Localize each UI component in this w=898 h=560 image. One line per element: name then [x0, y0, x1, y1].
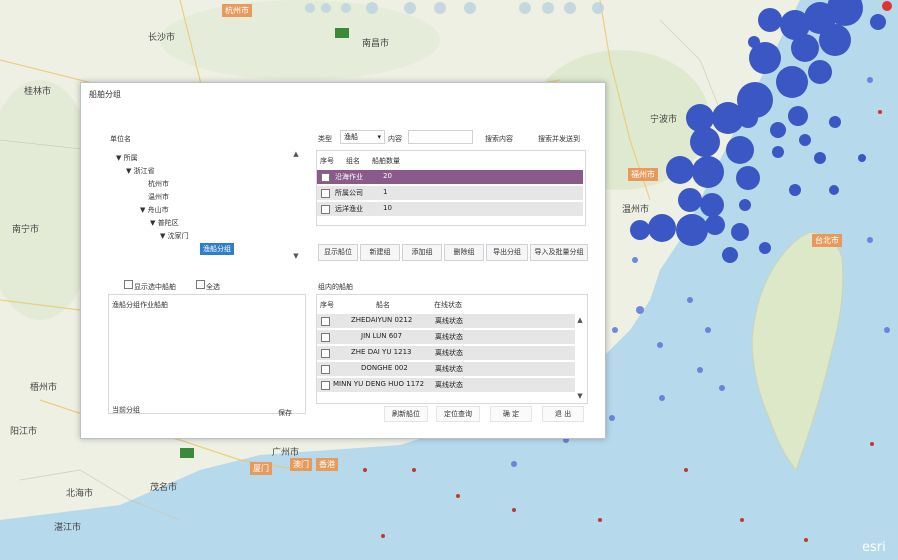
row-checkbox[interactable] [321, 173, 330, 182]
group-name-input[interactable]: 渔船分组作业船舶 [112, 300, 168, 310]
search-send-button[interactable]: 搜索并发送到 [538, 134, 580, 144]
tree-node[interactable]: ▼ 普陀区 [150, 218, 179, 228]
exit-button[interactable]: 退 出 [542, 406, 584, 422]
tab-delete-group[interactable]: 删除组 [444, 244, 484, 261]
map-city-label: 茂名市 [150, 483, 178, 493]
ship-name: ZHEDAIYUN 0212 [351, 316, 413, 324]
table-row[interactable]: MINN YU DENG HUO 1172 离线状态 [317, 378, 575, 392]
row-checkbox[interactable] [321, 205, 330, 214]
map-city-label: 梧州市 [30, 383, 58, 393]
ship-status: 离线状态 [435, 333, 463, 341]
tree-scroll-up-icon[interactable]: ▲ [292, 150, 300, 158]
groups-header-index: 序号 [320, 157, 334, 165]
ship-status: 离线状态 [435, 381, 463, 389]
map-city-label: 台北市 [812, 234, 842, 247]
map-city-label: 桂林市 [24, 87, 52, 97]
tree-node-selected[interactable]: 渔船分组 [200, 243, 234, 255]
ship-status: 离线状态 [435, 317, 463, 325]
ship-name: JIN LUN 607 [361, 332, 403, 340]
type-select-value: 渔船 [344, 133, 358, 141]
type-select[interactable]: 渔船 ▾ [340, 130, 385, 144]
ships-header-name: 船名 [376, 301, 390, 309]
current-group-label: 当前分组 [112, 406, 140, 414]
map-city-label: 宁波市 [650, 115, 678, 125]
group-count: 20 [383, 172, 392, 180]
chevron-down-icon: ▾ [377, 133, 381, 141]
groups-header-name: 组名 [346, 157, 360, 165]
save-button[interactable]: 保存 [278, 408, 292, 418]
group-name: 沿海作业 [335, 173, 363, 181]
tab-export-group[interactable]: 导出分组 [486, 244, 528, 261]
type-label: 类型 [318, 135, 332, 143]
group-name: 所属公司 [335, 189, 363, 197]
table-row[interactable]: 沿海作业 20 [317, 170, 583, 184]
ships-scroll-up-icon[interactable]: ▲ [576, 316, 584, 324]
row-checkbox[interactable] [321, 381, 330, 390]
tree-node[interactable]: 温州市 [148, 192, 169, 202]
tab-show-position[interactable]: 显示船位 [318, 244, 358, 261]
refresh-position-button[interactable]: 刷新船位 [384, 406, 428, 422]
map-city-label: 南昌市 [362, 39, 390, 49]
tab-import-group[interactable]: 导入及批量分组 [530, 244, 588, 261]
map-city-label: 福州市 [628, 168, 658, 181]
ships-scroll-down-icon[interactable]: ▼ [576, 392, 584, 400]
map-city-label: 广州市 [272, 448, 300, 458]
search-button[interactable]: 搜索内容 [485, 134, 513, 144]
group-count: 1 [383, 188, 388, 196]
group-count: 10 [383, 204, 392, 212]
map-city-label: 澳门 [290, 458, 312, 471]
show-selected-label: 显示选中船舶 [134, 283, 176, 291]
table-row[interactable]: DONGHE 002 离线状态 [317, 362, 575, 376]
map-city-label: 湛江市 [54, 523, 82, 533]
groups-header-count: 船舶数量 [372, 157, 400, 165]
ship-status: 离线状态 [435, 365, 463, 373]
tree-scroll-down-icon[interactable]: ▼ [292, 252, 300, 260]
map-city-label: 温州市 [622, 205, 650, 215]
show-selected-checkbox[interactable] [124, 280, 133, 289]
tree-node[interactable]: ▼ 所属 [116, 153, 138, 163]
map-city-label: 阳江市 [10, 427, 38, 437]
locate-query-button[interactable]: 定位查询 [436, 406, 480, 422]
org-section-label: 单位名 [110, 135, 131, 143]
tab-add-group[interactable]: 添加组 [402, 244, 442, 261]
table-row[interactable]: ZHEDAIYUN 0212 离线状态 [317, 314, 575, 328]
table-row[interactable]: ZHE DAI YU 1213 离线状态 [317, 346, 575, 360]
keyword-input[interactable] [408, 130, 473, 144]
row-checkbox[interactable] [321, 333, 330, 342]
ship-name: ZHE DAI YU 1213 [351, 348, 412, 356]
tree-node[interactable]: ▼ 浙江省 [126, 166, 155, 176]
ships-header-index: 序号 [320, 301, 334, 309]
map-watermark: esri [862, 540, 886, 555]
tree-node[interactable]: 杭州市 [148, 179, 169, 189]
ship-name: MINN YU DENG HUO 1172 [333, 380, 425, 388]
map-city-label: 长沙市 [148, 33, 176, 43]
group-name-panel [108, 294, 306, 414]
tab-new-group[interactable]: 新建组 [360, 244, 400, 261]
dialog-title: 船舶分组 [89, 90, 121, 99]
ship-name: DONGHE 002 [361, 364, 408, 372]
confirm-button[interactable]: 确 定 [490, 406, 532, 422]
row-checkbox[interactable] [321, 317, 330, 326]
ships-header-status: 在线状态 [434, 301, 462, 309]
table-row[interactable]: 所属公司 1 [317, 186, 583, 200]
ships-section-label: 组内的船舶 [318, 283, 353, 291]
tree-node[interactable]: ▼ 舟山市 [140, 205, 169, 215]
row-checkbox[interactable] [321, 365, 330, 374]
keyword-label: 内容 [388, 135, 402, 143]
org-tree[interactable]: ▼ 所属 ▼ 浙江省 杭州市 温州市 ▼ 舟山市 ▼ 普陀区 ▼ 沈家门 渔船分… [108, 147, 304, 262]
map-city-label: 香港 [316, 458, 338, 471]
map-city-label: 厦门 [250, 462, 272, 475]
row-checkbox[interactable] [321, 189, 330, 198]
table-row[interactable]: JIN LUN 607 离线状态 [317, 330, 575, 344]
group-name: 远洋渔业 [335, 205, 363, 213]
select-all-checkbox[interactable] [196, 280, 205, 289]
map-city-label: 杭州市 [222, 4, 252, 17]
select-all-label: 全选 [206, 283, 220, 291]
map-city-label: 南宁市 [12, 225, 40, 235]
map-city-label: 北海市 [66, 489, 94, 499]
table-row[interactable]: 远洋渔业 10 [317, 202, 583, 216]
row-checkbox[interactable] [321, 349, 330, 358]
ship-status: 离线状态 [435, 349, 463, 357]
tree-node[interactable]: ▼ 沈家门 [160, 231, 189, 241]
